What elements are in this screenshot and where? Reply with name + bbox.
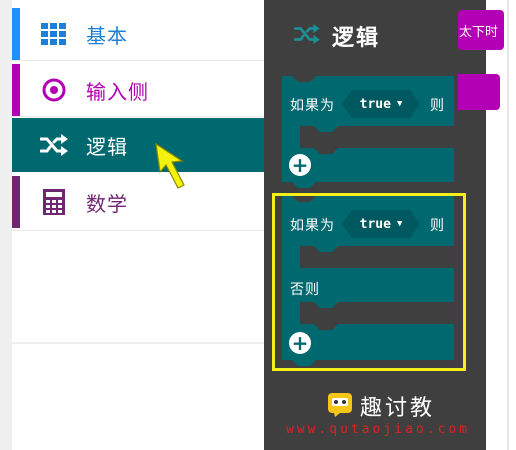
workspace-edge [507, 0, 509, 450]
category-label: 输入侧 [86, 79, 149, 104]
divider [12, 60, 264, 61]
dropdown-caret-icon: ▼ [396, 99, 403, 109]
category-label: 逻辑 [86, 134, 128, 159]
target-icon [34, 78, 74, 102]
category-logic[interactable]: 逻辑 [12, 118, 264, 172]
toolbox-empty-area [12, 232, 264, 450]
workspace-block-partial[interactable] [458, 74, 500, 110]
shuffle-icon [293, 24, 320, 48]
shuffle-icon [34, 134, 74, 156]
workspace [486, 0, 516, 450]
then-label: 则 [430, 98, 445, 114]
if-label: 如果为 [290, 98, 335, 114]
mouse-pointer-icon [155, 142, 185, 189]
category-math[interactable]: 数学 [12, 176, 264, 228]
boolean-dropdown[interactable]: true ▼ [346, 91, 416, 117]
boolean-value: true [359, 96, 391, 112]
watermark-url: www.qutaojiao.com [286, 422, 471, 437]
watermark-name: 趣讨教 [360, 396, 436, 421]
partial-block-text: 太下时 [458, 24, 498, 40]
divider [12, 342, 264, 344]
category-label: 数学 [86, 191, 128, 216]
category-label: 基本 [86, 23, 128, 48]
flyout-header: 逻辑 [293, 20, 381, 52]
grid-icon [34, 23, 74, 45]
left-edge-strip [0, 0, 12, 450]
mascot-icon [326, 391, 354, 421]
add-else-plus-icon[interactable]: + [289, 154, 311, 176]
watermark-brand: 趣讨教 [326, 390, 435, 422]
toolbox: 基本 输入侧 逻辑 数学 [12, 0, 265, 450]
divider [12, 116, 264, 117]
calculator-icon [34, 189, 74, 215]
highlight-box [272, 193, 466, 371]
flyout-title: 逻辑 [332, 26, 381, 51]
category-basic[interactable]: 基本 [12, 8, 264, 60]
workspace-block-partial[interactable]: 太下时 [458, 10, 504, 50]
category-input[interactable]: 输入侧 [12, 64, 264, 116]
divider [12, 230, 264, 231]
